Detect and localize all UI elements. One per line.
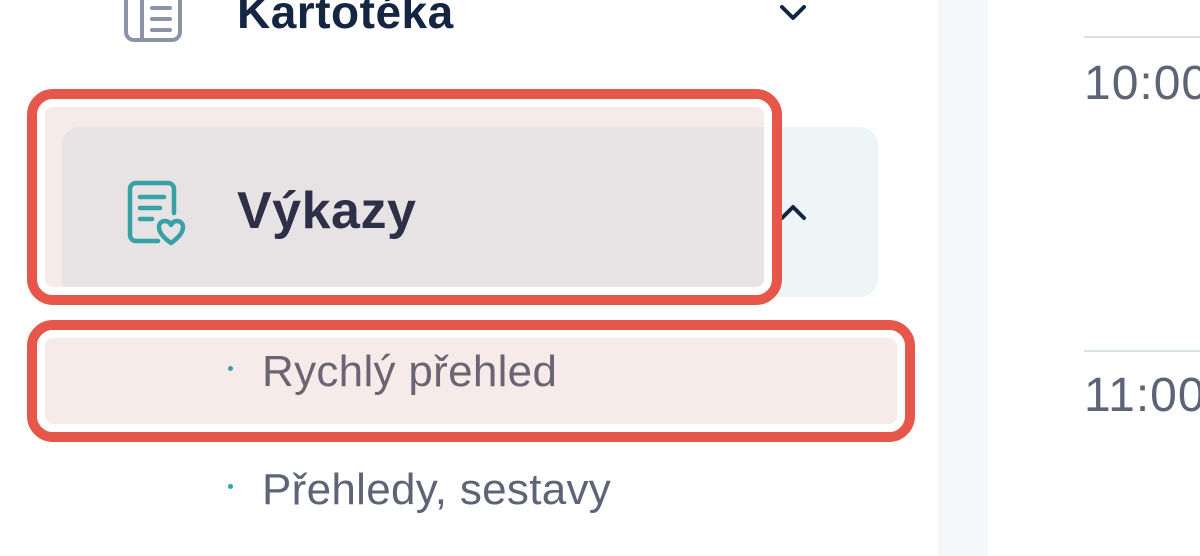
- panel-divider: [938, 0, 988, 556]
- chevron-up-icon[interactable]: [778, 201, 808, 223]
- submenu-item-prehledy-sestavy[interactable]: Přehledy, sestavy: [0, 456, 938, 516]
- calendar-day-view: 10:00 11:00: [988, 0, 1200, 556]
- chevron-down-icon[interactable]: [778, 2, 808, 24]
- time-slot-divider: [1084, 350, 1200, 352]
- time-slot-label: 11:00: [1084, 369, 1200, 422]
- highlight-outline-rychly-prehled: [27, 320, 915, 442]
- submenu-item-label: Přehledy, sestavy: [262, 465, 612, 514]
- sidebar-item-kartoteka[interactable]: Kartotéka: [0, 0, 938, 60]
- highlight-outline-vykazy: [27, 89, 782, 305]
- time-slot-label: 10:00: [1084, 57, 1200, 110]
- time-slot-divider: [1084, 36, 1200, 38]
- sidebar-item-label: Kartotéka: [237, 0, 454, 38]
- bullet-icon: [228, 484, 233, 489]
- address-book-icon: [124, 0, 182, 42]
